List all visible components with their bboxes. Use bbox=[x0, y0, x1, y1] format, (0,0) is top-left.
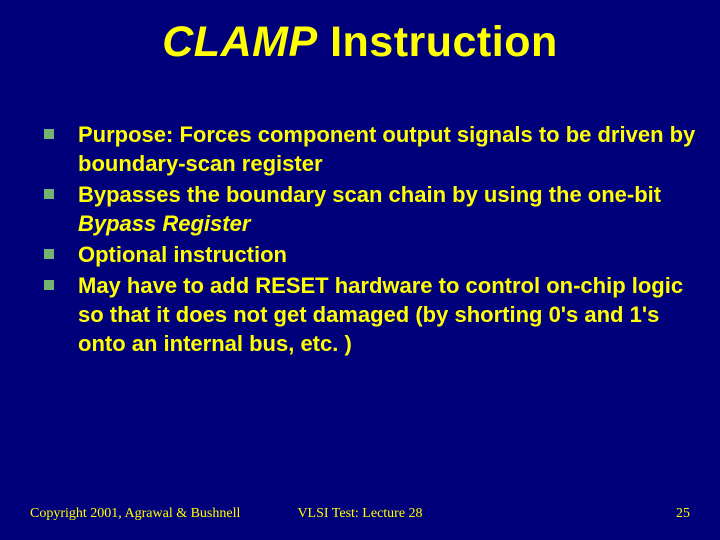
list-item: Optional instruction bbox=[30, 240, 700, 269]
bullet-list: Purpose: Forces component output signals… bbox=[30, 120, 700, 358]
list-item: Purpose: Forces component output signals… bbox=[30, 120, 700, 178]
title-rest: Instruction bbox=[318, 18, 558, 66]
list-item: Bypasses the boundary scan chain by usin… bbox=[30, 180, 700, 238]
bullet-emph: Bypass Register bbox=[78, 211, 250, 236]
bullet-text: Optional instruction bbox=[78, 242, 287, 267]
list-item: May have to add RESET hardware to contro… bbox=[30, 271, 700, 358]
title-emph: CLAMP bbox=[162, 18, 317, 66]
footer-page-number: 25 bbox=[676, 506, 690, 522]
bullet-text: May have to add RESET hardware to contro… bbox=[78, 273, 683, 356]
slide: CLAMP Instruction Purpose: Forces compon… bbox=[0, 0, 720, 540]
bullet-text: Bypasses the boundary scan chain by usin… bbox=[78, 182, 661, 207]
slide-title: CLAMP Instruction bbox=[0, 0, 720, 67]
bullet-text: Purpose: Forces component output signals… bbox=[78, 122, 695, 176]
footer-lecture: VLSI Test: Lecture 28 bbox=[30, 506, 690, 522]
slide-content: Purpose: Forces component output signals… bbox=[30, 120, 700, 360]
